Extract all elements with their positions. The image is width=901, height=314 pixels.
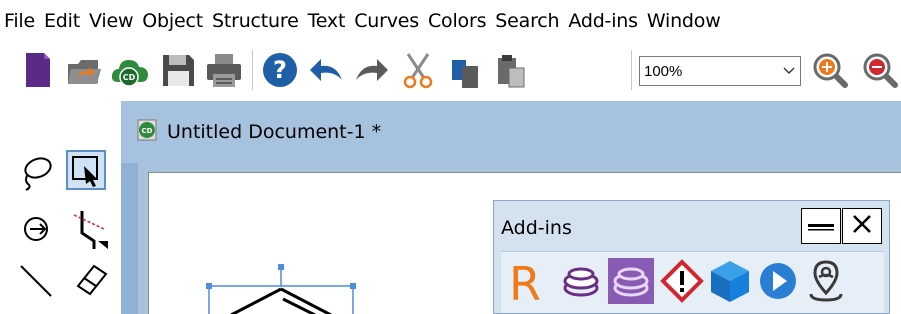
help-icon[interactable]: ?: [260, 50, 300, 90]
chemdraw-document-icon: CD: [135, 118, 159, 146]
line-tool-icon[interactable]: [16, 258, 56, 298]
new-document-icon[interactable]: [18, 50, 58, 90]
menu-object[interactable]: Object: [142, 10, 203, 32]
close-button[interactable]: [842, 208, 882, 244]
add-ins-palette: Add-ins R: [493, 200, 890, 314]
paste-icon[interactable]: [490, 50, 530, 90]
menu-colors[interactable]: Colors: [428, 10, 487, 32]
add-ins-titlebar[interactable]: Add-ins: [494, 201, 889, 251]
stack-active-addin-icon[interactable]: [608, 258, 654, 304]
cut-icon[interactable]: [398, 50, 438, 90]
r-addin-icon[interactable]: R: [505, 257, 551, 311]
toolbar: CD ? 100%: [0, 42, 901, 98]
open-icon[interactable]: [64, 50, 104, 90]
eraser-tool-icon[interactable]: [70, 258, 110, 298]
play-addin-icon[interactable]: [755, 258, 801, 304]
marquee-select-tool-icon[interactable]: [66, 150, 106, 190]
svg-text:CD: CD: [142, 127, 153, 135]
zoom-out-icon[interactable]: [860, 50, 900, 90]
zoom-select[interactable]: 100%: [639, 56, 801, 86]
save-icon[interactable]: [158, 50, 198, 90]
svg-text:?: ?: [273, 56, 287, 84]
zoom-in-icon[interactable]: [810, 50, 850, 90]
menu-window[interactable]: Window: [647, 10, 721, 32]
minimize-icon: [806, 217, 836, 236]
menu-add-ins[interactable]: Add-ins: [568, 10, 638, 32]
document-titlebar[interactable]: CD Untitled Document-1 *: [121, 101, 901, 163]
minimize-button[interactable]: [801, 208, 841, 244]
cube-addin-icon[interactable]: [707, 258, 753, 304]
menu-search[interactable]: Search: [495, 10, 559, 32]
close-icon: [851, 213, 873, 239]
stack-addin-icon[interactable]: [558, 258, 604, 304]
redo-icon[interactable]: [352, 50, 392, 90]
document-title: Untitled Document-1 *: [167, 121, 382, 143]
menu-structure[interactable]: Structure: [212, 10, 299, 32]
hazard-addin-icon[interactable]: [659, 258, 705, 304]
cloud-open-icon[interactable]: CD: [110, 50, 150, 90]
toolbar-separator: [631, 50, 632, 90]
menu-text[interactable]: Text: [308, 10, 346, 32]
lasso-tool-icon[interactable]: [16, 152, 56, 192]
menu-view[interactable]: View: [89, 10, 133, 32]
menu-file[interactable]: File: [4, 10, 35, 32]
copy-icon[interactable]: [444, 50, 484, 90]
menu-curves[interactable]: Curves: [354, 10, 419, 32]
add-ins-toolbar: R: [501, 251, 884, 313]
toolbar-separator: [252, 50, 253, 90]
svg-text:CD: CD: [123, 73, 136, 82]
rotate-tool-icon[interactable]: [16, 207, 56, 247]
menu-edit[interactable]: Edit: [44, 10, 80, 32]
svg-text:R: R: [509, 258, 541, 304]
add-ins-title: Add-ins: [501, 217, 572, 239]
location-addin-icon[interactable]: [803, 258, 849, 304]
zoom-value: 100%: [644, 62, 683, 80]
menu-bar: File Edit View Object Structure Text Cur…: [0, 0, 901, 42]
undo-icon[interactable]: [306, 50, 346, 90]
chevron-down-icon[interactable]: [778, 57, 800, 85]
print-icon[interactable]: [204, 50, 244, 90]
bond-tool-icon[interactable]: [68, 205, 108, 249]
